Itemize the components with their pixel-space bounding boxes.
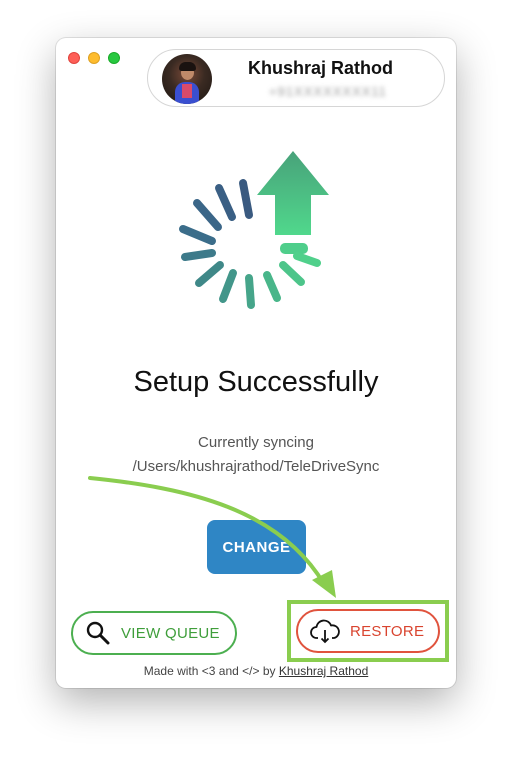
view-queue-label: VIEW QUEUE — [121, 624, 220, 642]
profile-card[interactable]: Khushraj Rathod +91XXXXXXXX11 — [147, 49, 445, 107]
change-button[interactable]: CHANGE — [207, 520, 306, 574]
window-minimize-button[interactable] — [88, 52, 100, 64]
window-close-button[interactable] — [68, 52, 80, 64]
profile-phone: +91XXXXXXXX11 — [269, 84, 387, 99]
sync-path: /Users/khushrajrathod/TeleDriveSync — [132, 458, 380, 475]
footer: Made with <3 and </> by Khushraj Rathod — [56, 664, 456, 678]
footer-author-link[interactable]: Khushraj Rathod — [279, 664, 368, 678]
view-queue-button[interactable]: VIEW QUEUE — [71, 611, 237, 655]
profile-name: Khushraj Rathod — [248, 58, 394, 78]
footer-prefix: Made with <3 and </> by — [143, 664, 276, 678]
window-maximize-button[interactable] — [108, 52, 120, 64]
restore-highlight-box — [287, 600, 449, 662]
search-icon — [86, 621, 110, 645]
upload-sync-icon — [179, 151, 329, 309]
app-window: Khushraj Rathod +91XXXXXXXX11 Setup Succ… — [56, 38, 456, 688]
avatar — [162, 54, 212, 104]
sync-label: Currently syncing — [198, 434, 314, 451]
page-title: Setup Successfully — [133, 366, 379, 398]
